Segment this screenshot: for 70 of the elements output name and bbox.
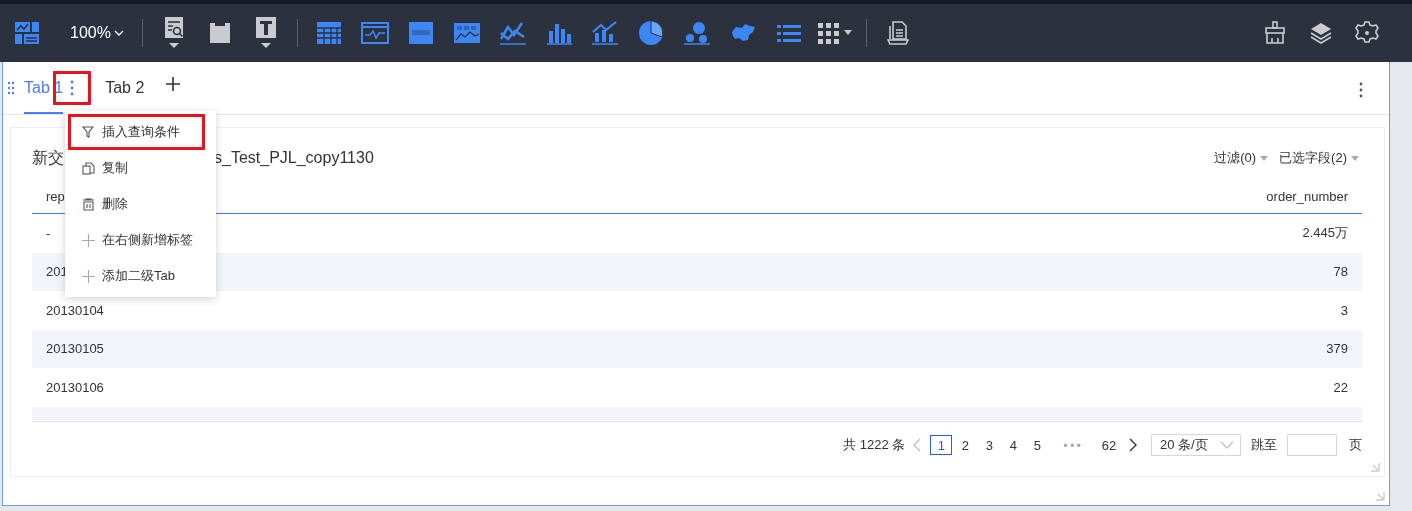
pie-chart-icon[interactable] <box>637 20 664 46</box>
page-button[interactable]: 62 <box>1098 435 1120 455</box>
filter-icon <box>82 125 95 139</box>
zoom-dropdown[interactable]: 100% <box>50 24 134 42</box>
table-cell: 3 <box>1340 302 1348 318</box>
page-size-select[interactable]: 20 条/页 <box>1151 434 1241 456</box>
grid-icon[interactable] <box>816 22 853 44</box>
table-cell: 78 <box>1333 264 1348 280</box>
bar-chart-icon[interactable] <box>545 21 572 45</box>
chart-title: s_Test_PJL_copy1130 <box>214 149 374 167</box>
table-cell: 20130106 <box>46 379 104 395</box>
card-icon[interactable] <box>407 21 434 45</box>
list-icon[interactable] <box>775 23 802 43</box>
more-vertical-icon[interactable] <box>1359 82 1363 98</box>
page-button[interactable]: 4 <box>1002 435 1025 455</box>
text-icon[interactable] <box>254 16 277 50</box>
combo-chart-icon[interactable] <box>590 20 619 46</box>
add-icon[interactable] <box>166 77 181 91</box>
column-header: order_number <box>1266 189 1348 204</box>
line-chart-icon[interactable] <box>498 20 527 46</box>
resize-handle-icon[interactable] <box>1370 462 1380 472</box>
document-icon[interactable] <box>886 21 909 45</box>
tab[interactable]: Tab 2 <box>105 62 145 114</box>
menu-item[interactable]: 删除 <box>68 186 205 222</box>
drag-handle-icon[interactable] <box>7 81 15 95</box>
page-input[interactable] <box>1287 434 1337 456</box>
caret-down-icon <box>1350 154 1360 162</box>
jump-label: 跳至 <box>1251 436 1277 454</box>
plus-icon <box>82 233 95 247</box>
table-cell: 20130105 <box>46 341 104 357</box>
tab[interactable]: Tab 1 <box>24 62 64 114</box>
query-icon[interactable] <box>162 16 185 50</box>
table-icon[interactable] <box>315 21 342 45</box>
page-unit-label: 页 <box>1349 436 1362 454</box>
table-cell: 22 <box>1333 379 1348 395</box>
table-cell: - <box>46 225 51 241</box>
trash-icon <box>82 197 95 211</box>
menu-item[interactable]: 在右侧新增标签 <box>68 222 205 258</box>
layers-icon[interactable] <box>1309 21 1333 45</box>
dashboard-icon[interactable] <box>14 20 40 46</box>
table-cell: 201 <box>46 264 68 280</box>
settings-icon[interactable] <box>1355 21 1379 45</box>
total-count: 共 1222 条 <box>843 436 906 454</box>
chart-title: 新交 <box>32 147 64 168</box>
resize-handle-icon[interactable] <box>1375 491 1385 501</box>
brush-icon[interactable] <box>1264 21 1286 45</box>
next-page-icon[interactable] <box>1129 438 1137 452</box>
page-button[interactable]: 1 <box>930 435 953 455</box>
column-header: rep <box>46 189 65 204</box>
table-cell: 379 <box>1326 341 1348 357</box>
scatter-icon[interactable] <box>682 20 711 46</box>
menu-item[interactable]: 插入查询条件 <box>68 114 205 150</box>
filter-dropdown[interactable]: 已选字段(2) <box>1279 149 1360 167</box>
menu-item[interactable]: 复制 <box>68 150 205 186</box>
chevron-down-icon <box>1220 441 1234 449</box>
table-cell: 2.445万 <box>1302 224 1348 243</box>
table-cell: 20130104 <box>46 302 104 318</box>
menu-item[interactable]: 添加二级Tab <box>68 258 205 294</box>
page-button[interactable]: 2 <box>954 435 977 455</box>
plus-icon <box>82 269 95 283</box>
panel-icon[interactable] <box>208 22 231 44</box>
page-button[interactable]: 5 <box>1026 435 1049 455</box>
line-card-icon[interactable] <box>360 22 389 44</box>
filter-dropdown[interactable]: 过滤(0) <box>1214 149 1270 167</box>
page-button[interactable]: 3 <box>978 435 1001 455</box>
caret-down-icon <box>1259 154 1270 162</box>
more-vertical-icon[interactable] <box>70 80 75 96</box>
copy-icon <box>82 161 95 175</box>
area-card-icon[interactable] <box>452 22 481 44</box>
chevron-down-icon <box>113 30 124 36</box>
